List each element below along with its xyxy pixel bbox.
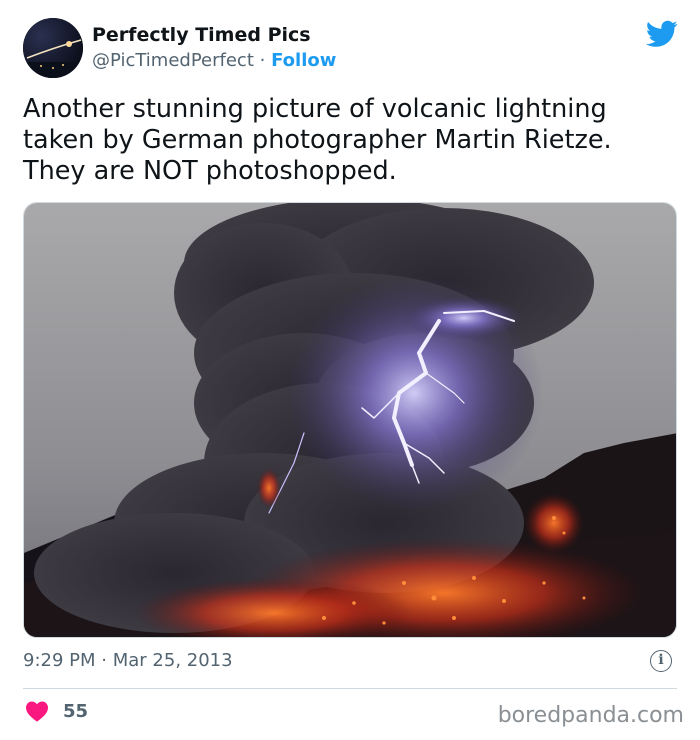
watermark: boredpanda.com xyxy=(497,703,684,728)
volcanic-lightning-image xyxy=(24,203,676,637)
handle-separator: · xyxy=(259,50,266,71)
twitter-bird-icon[interactable] xyxy=(646,20,678,48)
tweet-text: Another stunning picture of volcanic lig… xyxy=(23,94,612,186)
tweet-timestamp[interactable]: 9:29 PM · Mar 25, 2013 xyxy=(23,650,233,671)
avatar-image xyxy=(23,18,83,78)
heart-icon xyxy=(26,701,48,722)
timestamp-separator: · xyxy=(101,650,107,671)
like-count: 55 xyxy=(63,700,89,722)
tweet-media-photo[interactable] xyxy=(23,202,677,638)
author-handle-row: @PicTimedPerfect · Follow xyxy=(92,50,336,71)
author-display-name[interactable]: Perfectly Timed Pics xyxy=(92,24,311,46)
info-icon[interactable]: i xyxy=(650,650,672,672)
tweet-time: 9:29 PM xyxy=(23,650,96,671)
author-handle[interactable]: @PicTimedPerfect xyxy=(92,50,254,71)
avatar[interactable] xyxy=(23,18,83,78)
tweet-date: Mar 25, 2013 xyxy=(112,650,233,671)
follow-button[interactable]: Follow xyxy=(271,50,336,71)
like-button[interactable]: 55 xyxy=(25,700,88,722)
divider xyxy=(23,688,677,689)
